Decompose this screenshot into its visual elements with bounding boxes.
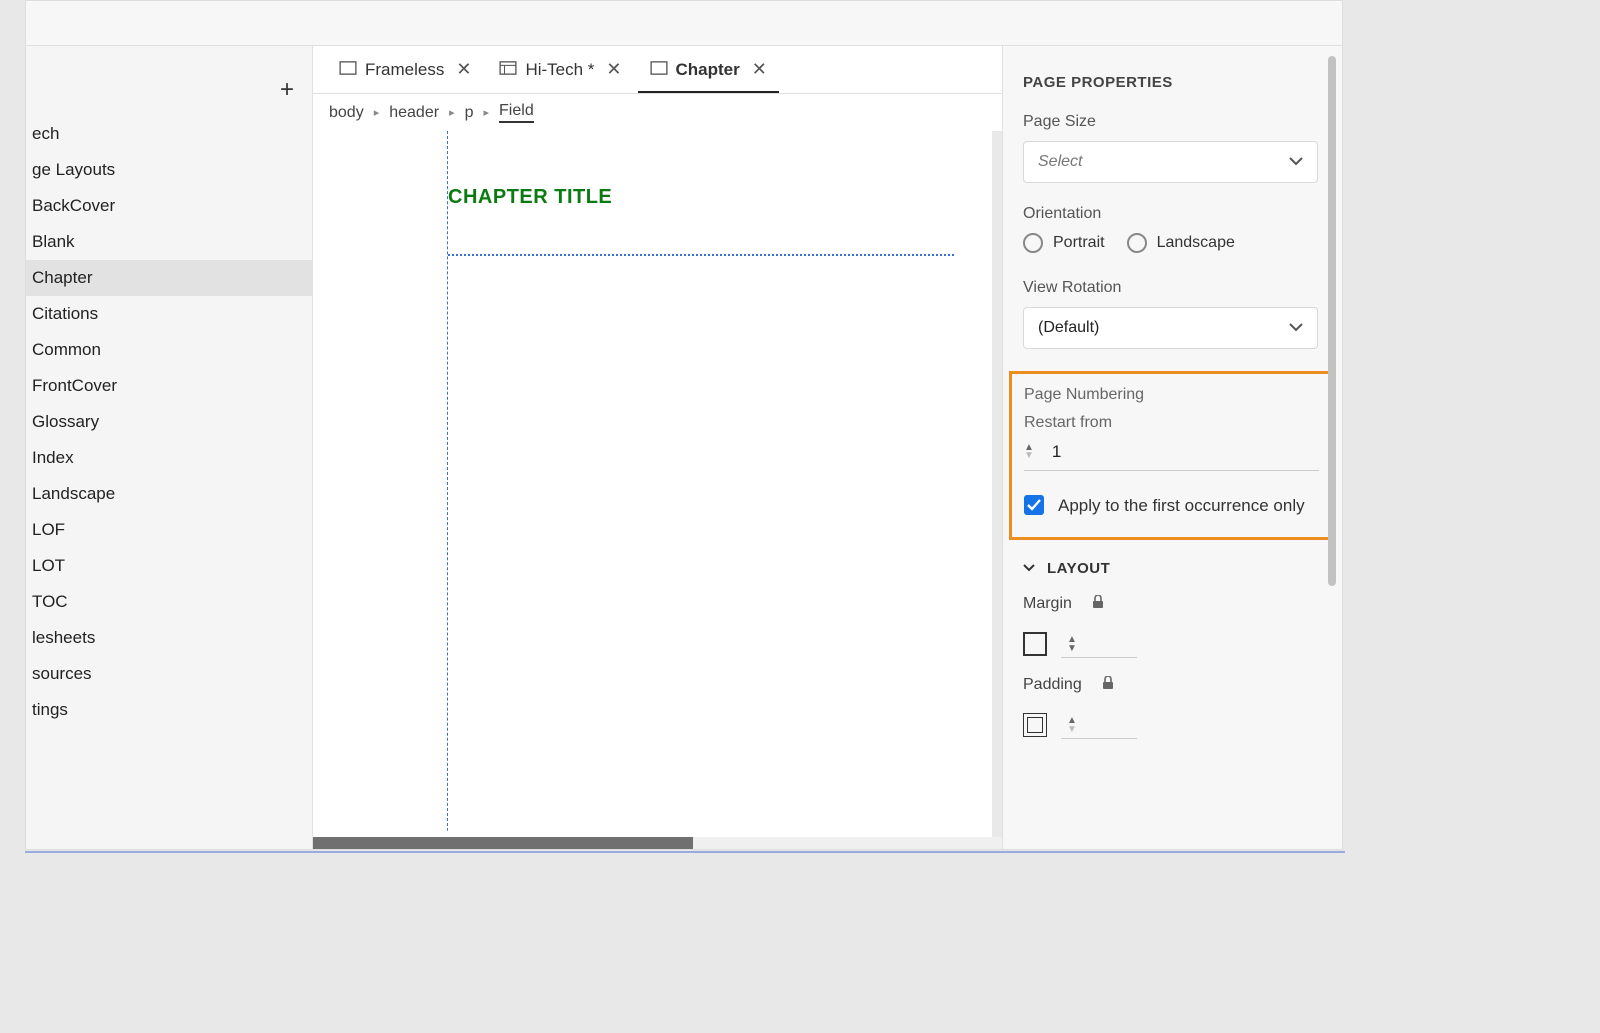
tab-label: Chapter: [676, 60, 740, 80]
sidebar-item[interactable]: lesheets: [26, 620, 312, 656]
lock-icon[interactable]: [1102, 676, 1114, 693]
padding-stepper[interactable]: ▲ ▼: [1061, 712, 1137, 739]
layout-title: LAYOUT: [1047, 560, 1110, 577]
sidebar-item[interactable]: Blank: [26, 224, 312, 260]
radio-icon: [1023, 233, 1043, 253]
sidebar-item[interactable]: Chapter: [26, 260, 312, 296]
chevron-down-icon: [1289, 153, 1303, 171]
apply-first-label: Apply to the first occurrence only: [1058, 493, 1305, 519]
page-numbering-highlight: Page Numbering Restart from ▲ ▼ 1 Apply …: [1009, 371, 1334, 540]
panel-scrollbar[interactable]: [1328, 56, 1336, 586]
chevron-down-icon: [1023, 564, 1035, 572]
sidebar-item[interactable]: LOF: [26, 512, 312, 548]
stepper-down-icon[interactable]: ▼: [1024, 452, 1034, 460]
sidebar-item[interactable]: Glossary: [26, 404, 312, 440]
view-rotation-label: View Rotation: [1023, 279, 1318, 297]
radio-icon: [1127, 233, 1147, 253]
left-sidebar: + echge LayoutsBackCoverBlankChapterCita…: [26, 46, 313, 849]
chevron-down-icon: [1289, 319, 1303, 337]
sidebar-item[interactable]: FrontCover: [26, 368, 312, 404]
sidebar-item[interactable]: sources: [26, 656, 312, 692]
lock-icon[interactable]: [1092, 595, 1104, 612]
breadcrumb-separator-icon: ▸: [374, 106, 380, 119]
margin-icon: [1023, 632, 1047, 656]
padding-label: Padding: [1023, 676, 1082, 694]
sidebar-item[interactable]: TOC: [26, 584, 312, 620]
add-button[interactable]: +: [280, 76, 294, 104]
tab-label: Hi-Tech *: [525, 60, 594, 80]
chapter-title-field[interactable]: CHAPTER TITLE: [448, 186, 612, 209]
sidebar-item[interactable]: Citations: [26, 296, 312, 332]
stepper-down-icon[interactable]: ▼: [1067, 644, 1077, 653]
horizontal-scrollbar[interactable]: [313, 837, 1002, 849]
orientation-label: Orientation: [1023, 205, 1318, 223]
properties-panel: PAGE PROPERTIES Page Size Select Orienta…: [1002, 46, 1342, 849]
layout-section-header[interactable]: LAYOUT: [1023, 560, 1318, 577]
apply-first-checkbox[interactable]: [1024, 495, 1044, 515]
tab[interactable]: Frameless ✕: [327, 46, 483, 93]
panel-title: PAGE PROPERTIES: [1023, 74, 1318, 91]
close-icon[interactable]: ✕: [752, 59, 767, 80]
restart-from-label: Restart from: [1024, 414, 1319, 432]
breadcrumb-item[interactable]: body: [329, 104, 364, 122]
tab-icon: [650, 60, 668, 80]
orientation-portrait-radio[interactable]: Portrait: [1023, 233, 1105, 253]
sidebar-item[interactable]: Common: [26, 332, 312, 368]
orientation-portrait-label: Portrait: [1053, 234, 1105, 252]
tab[interactable]: Chapter ✕: [638, 46, 779, 93]
tab[interactable]: Hi-Tech * ✕: [487, 46, 633, 93]
margin-label: Margin: [1023, 595, 1072, 613]
orientation-landscape-label: Landscape: [1157, 234, 1235, 252]
close-icon[interactable]: ✕: [456, 59, 471, 80]
sidebar-item[interactable]: Landscape: [26, 476, 312, 512]
tab-label: Frameless: [365, 60, 444, 80]
breadcrumb-item[interactable]: header: [389, 104, 439, 122]
page-numbering-label: Page Numbering: [1024, 386, 1319, 404]
sidebar-item[interactable]: Index: [26, 440, 312, 476]
tab-icon: [339, 60, 357, 80]
breadcrumb: body ▸ header ▸ p ▸ Field: [313, 94, 1002, 131]
sidebar-item[interactable]: ge Layouts: [26, 152, 312, 188]
breadcrumb-separator-icon: ▸: [484, 106, 490, 119]
close-icon[interactable]: ✕: [606, 59, 621, 80]
sidebar-item[interactable]: tings: [26, 692, 312, 728]
top-toolbar: [26, 1, 1342, 46]
orientation-landscape-radio[interactable]: Landscape: [1127, 233, 1235, 253]
breadcrumb-separator-icon: ▸: [449, 106, 455, 119]
tab-icon: [499, 60, 517, 80]
editor-canvas[interactable]: CHAPTER TITLE: [313, 131, 1002, 849]
sidebar-item[interactable]: LOT: [26, 548, 312, 584]
breadcrumb-item[interactable]: p: [465, 104, 474, 122]
breadcrumb-item[interactable]: Field: [499, 102, 534, 123]
page-size-label: Page Size: [1023, 113, 1318, 131]
sidebar-item[interactable]: ech: [26, 116, 312, 152]
restart-from-stepper[interactable]: ▲ ▼ 1: [1024, 442, 1319, 471]
tab-bar: Frameless ✕ Hi-Tech * ✕ Chapter ✕: [313, 46, 1002, 94]
page-size-select[interactable]: Select: [1023, 141, 1318, 183]
padding-icon: [1023, 713, 1047, 737]
margin-stepper[interactable]: ▲ ▼: [1061, 631, 1137, 658]
stepper-down-icon[interactable]: ▼: [1067, 725, 1077, 734]
vertical-scrollbar-gutter[interactable]: [992, 131, 1002, 849]
window-bottom-rule: [25, 851, 1345, 853]
view-rotation-select[interactable]: (Default): [1023, 307, 1318, 349]
restart-from-value: 1: [1044, 442, 1061, 462]
sidebar-item[interactable]: BackCover: [26, 188, 312, 224]
